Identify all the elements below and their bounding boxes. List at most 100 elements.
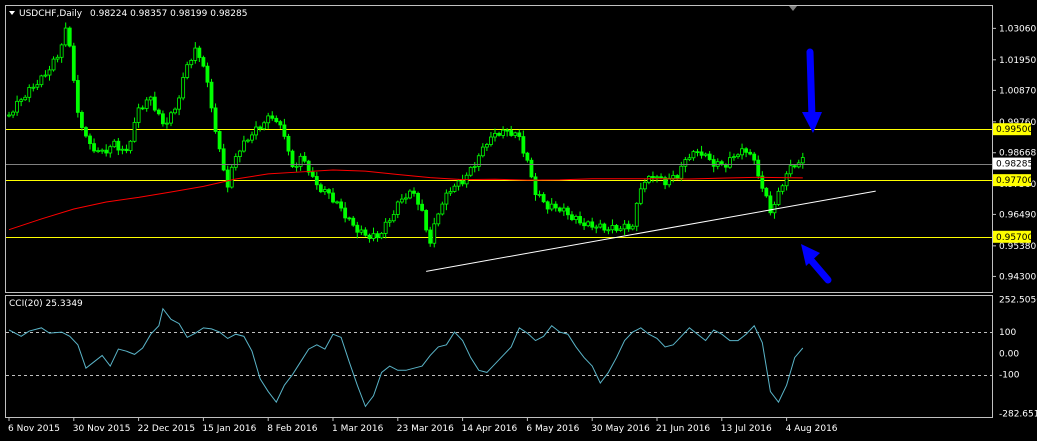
cci-pane-frame [5,295,993,418]
candle-body [683,159,688,167]
candle-body [784,173,789,187]
candle-body [655,176,659,179]
candle-body [100,149,105,152]
candle-body [314,176,319,186]
candle-body [233,156,238,168]
candle-body [375,233,380,239]
candle-body [448,191,453,194]
candle-body [444,192,449,205]
price-tick-label: 0.98668 [999,149,1036,159]
candle-body [472,166,477,168]
candle-body [703,153,708,156]
candle-body [480,146,485,157]
time-tick-label: 6 May 2016 [526,424,579,434]
cci-line [8,307,804,408]
candle-body [241,140,246,152]
candle-body [651,176,655,179]
candle-body [43,74,48,77]
horizontal-levels [6,129,992,238]
candle-body [136,107,141,123]
candle-body [209,81,214,109]
candle-body [379,232,384,239]
price-tick-label: 1.03060 [999,24,1036,34]
candle-body [501,129,506,136]
candle-body [88,135,92,145]
candle-body [695,151,700,154]
candle-body [440,203,445,215]
candle-body [679,165,684,179]
chart-shift-marker[interactable] [789,6,797,11]
chart-canvas[interactable]: 1.030601.019501.008700.997600.986680.975… [0,0,1037,441]
candle-body [513,132,518,136]
symbol-title: USDCHF,Daily [19,9,83,19]
up-arrow-icon [801,244,832,284]
candle-body [47,69,52,76]
candle-body [169,112,173,124]
candle-body [23,96,28,101]
candle-body [302,155,307,162]
candle-body [116,140,121,151]
candle-body [578,216,582,224]
candle-body [189,59,194,66]
candle-body [602,223,607,231]
cci-title: CCI(20) 25.3349 [9,299,83,309]
candle-body [586,221,591,227]
candle-body [35,84,40,88]
candle-body [618,228,623,231]
candle-body [363,229,368,236]
candle-body [614,225,619,231]
candle-body [541,194,546,203]
candle-body [294,165,299,168]
candle-body [594,226,599,229]
candle-body [630,225,635,230]
candle-body [367,234,372,239]
candle-body [638,188,643,204]
candle-body [732,156,736,159]
candle-body [744,148,748,153]
candle-body [634,202,639,227]
candle-body [408,190,412,199]
candle-body [205,65,210,83]
candle-body [343,207,348,219]
candle-body [229,166,234,188]
candle-body [339,201,344,209]
candle-body [51,58,56,71]
candles [7,22,805,248]
cci-axis: 252.5056 100 0.00 -100 -282.6518 [999,296,1037,420]
candle-body [420,203,425,211]
candle-body [484,144,489,148]
candle-body [529,159,534,178]
candle-body [11,111,15,116]
candle-body [132,122,137,142]
candle-body [792,165,797,168]
candle-body [347,217,352,220]
time-tick-label: 22 Dec 2015 [138,424,196,434]
candle-body [266,115,271,124]
candle-body [776,190,781,205]
candle-body [177,97,182,110]
candle-body [598,223,603,228]
candle-body [67,27,72,47]
candle-body [371,233,376,239]
price-tick-label: 0.94300 [999,272,1036,282]
annotation-arrows [801,48,832,284]
candle-body [728,157,732,168]
candle-body [497,132,501,136]
candle-body [606,229,611,232]
candle-body [351,217,356,226]
price-tick-label: 0.96490 [999,210,1036,220]
level-price-label: 0.99500 [996,125,1033,135]
candle-body [152,96,157,111]
candle-body [505,129,510,132]
cci-tick-label: 0.00 [999,349,1019,359]
candle-body [128,140,133,152]
dropdown-icon[interactable] [9,11,15,15]
time-tick-label: 15 Jan 2016 [202,424,256,434]
time-tick-label: 8 Feb 2016 [267,424,318,434]
candle-body [395,201,400,215]
candle-body [383,221,388,234]
candle-body [165,122,169,125]
candle-body [707,153,712,160]
candle-body [104,149,109,154]
candle-body [456,180,461,187]
